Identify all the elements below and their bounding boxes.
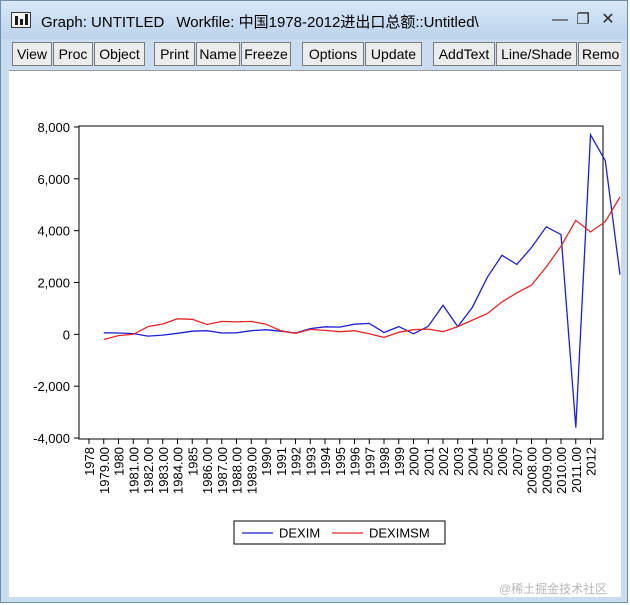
freeze-button[interactable]: Freeze [241,42,291,66]
name-button[interactable]: Name [196,42,240,66]
x-tick-label: 2007 [510,447,525,476]
y-tick-label: -2,000 [33,379,70,394]
title-bar[interactable]: Graph: UNTITLED Workfile: 中国1978-2012进出口总… [1,1,627,39]
close-icon[interactable]: ✕ [597,10,619,30]
y-tick-label: 2,000 [37,276,70,291]
x-tick-label: 1989.00 [244,447,259,494]
x-tick-label: 1978 [82,447,97,476]
x-tick-label: 1982.00 [141,447,156,494]
plot-frame [78,125,604,440]
x-tick-label: 1995 [333,447,348,476]
addtext-button[interactable]: AddText [433,42,495,66]
x-tick-label: 1990 [259,447,274,476]
view-button[interactable]: View [12,42,52,66]
x-tick-label: 1997 [362,447,377,476]
x-tick-label: 1991 [274,447,289,476]
watermark-text: @稀土掘金技术社区 [499,582,608,596]
x-tick-label: 1983.00 [156,447,171,494]
x-tick-label: 1996 [348,447,363,476]
line-chart: -4,000 -2,000 0 2,000 4,000 6,000 8,000 1978 197… [33,120,621,545]
x-tick-label: 1981.00 [126,447,141,494]
x-tick-label: 1994 [318,447,333,476]
legend-label-deximsm: DEXIMSM [369,526,430,541]
workfile-title: Workfile: 中国1978-2012进出口总额::Untitled\ [176,14,479,31]
x-tick-label: 2010.00 [554,447,569,494]
maximize-icon[interactable]: ❐ [572,10,594,30]
x-tick-label: 2008.00 [525,447,540,494]
x-tick-label: 1984.00 [171,447,186,494]
x-tick-label: 2012 [584,447,599,476]
x-tick-label: 2002 [436,447,451,476]
x-tick-label: 2011.00 [569,447,584,493]
update-button[interactable]: Update [365,42,422,66]
remove-button[interactable]: Remo [578,42,621,66]
x-tick-label: 1979.00 [97,447,112,494]
x-tick-label: 2009.00 [539,447,554,494]
y-tick-label: -4,000 [33,431,70,446]
graph-canvas: -4,000 -2,000 0 2,000 4,000 6,000 8,000 1978 197… [9,70,621,597]
options-button[interactable]: Options [302,42,364,66]
legend-label-dexim: DEXIM [279,526,320,541]
y-tick-label: 6,000 [37,172,70,187]
x-tick-label: 2001 [421,447,436,476]
window-title: Graph: UNTITLED Workfile: 中国1978-2012进出口总… [41,11,479,32]
graph-app-icon [11,12,31,28]
x-tick-label: 2004 [466,447,481,476]
x-tick-label: 1986.00 [200,447,215,494]
x-tick-label: 2000 [407,447,422,476]
x-tick-label: 1980 [112,447,127,476]
line-shade-button[interactable]: Line/Shade [496,42,577,66]
object-button[interactable]: Object [94,42,145,66]
x-tick-label: 1999 [392,447,407,476]
toolbar: View Proc Object Print Name Freeze Optio… [9,41,621,68]
x-tick-label: 1998 [377,447,392,476]
y-tick-label: 0 [63,327,70,342]
x-tick-label: 2003 [451,447,466,476]
x-tick-label: 1993 [303,447,318,476]
x-tick-label: 1992 [289,447,304,476]
proc-button[interactable]: Proc [53,42,93,66]
graph-window: Graph: UNTITLED Workfile: 中国1978-2012进出口总… [0,0,628,603]
x-tick-label: 2006 [495,447,510,476]
y-tick-label: 4,000 [37,224,70,239]
x-tick-label: 2005 [480,447,495,476]
y-tick-label: 8,000 [37,120,70,135]
print-button[interactable]: Print [154,42,195,66]
x-tick-label: 1988.00 [230,447,245,494]
graph-title: Graph: UNTITLED [41,14,165,31]
minimize-icon[interactable]: — [549,10,571,30]
x-tick-label: 1987.00 [215,447,230,494]
x-tick-label: 1985 [185,447,200,476]
